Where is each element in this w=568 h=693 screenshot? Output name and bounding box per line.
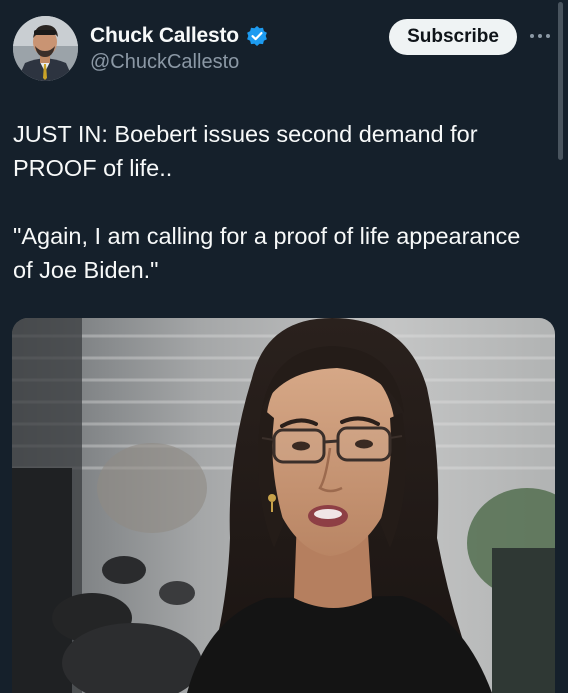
avatar-image [13,16,78,81]
author-handle[interactable]: @ChuckCallesto [90,51,239,74]
scrollbar[interactable] [558,2,563,160]
more-horizontal-icon[interactable] [527,26,553,46]
tweet-view: Chuck Callesto @ChuckCallesto Subscribe … [0,0,568,693]
photo-woman-speaking [12,318,555,693]
author-avatar[interactable] [13,16,78,81]
tweet-media-photo[interactable] [12,318,555,693]
author-display-name[interactable]: Chuck Callesto [90,24,239,48]
subscribe-button[interactable]: Subscribe [389,19,517,55]
tweet-text-paragraph-1: JUST IN: Boebert issues second demand fo… [13,121,478,181]
verified-badge-icon [247,26,267,46]
tweet-text-paragraph-2: "Again, I am calling for a proof of life… [13,223,521,283]
